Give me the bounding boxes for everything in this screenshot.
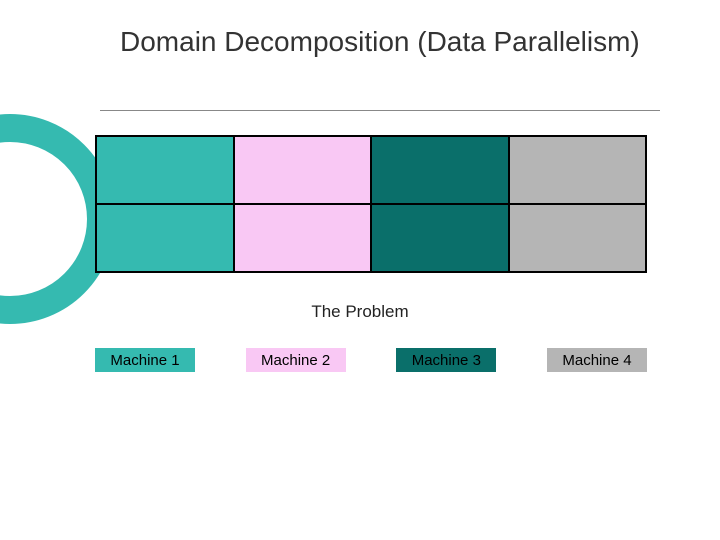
grid-cell (370, 137, 508, 203)
slide: Domain Decomposition (Data Parallelism) … (0, 0, 720, 540)
problem-grid (95, 135, 647, 273)
legend-swatch-machine-2: Machine 2 (246, 348, 346, 372)
slide-title: Domain Decomposition (Data Parallelism) (120, 24, 640, 59)
legend-swatch-machine-3: Machine 3 (396, 348, 496, 372)
legend-swatch-machine-1: Machine 1 (95, 348, 195, 372)
grid-cell (508, 205, 646, 271)
grid-cell (370, 205, 508, 271)
legend-swatch-machine-4: Machine 4 (547, 348, 647, 372)
grid-cell (508, 137, 646, 203)
legend: Machine 1 Machine 2 Machine 3 Machine 4 (95, 348, 647, 372)
title-underline (100, 110, 660, 111)
grid-caption: The Problem (0, 302, 720, 322)
grid-cell (97, 137, 233, 203)
grid-cell (233, 137, 371, 203)
grid-row (97, 137, 645, 203)
grid-cell (97, 205, 233, 271)
grid-cell (233, 205, 371, 271)
grid-row (97, 203, 645, 271)
